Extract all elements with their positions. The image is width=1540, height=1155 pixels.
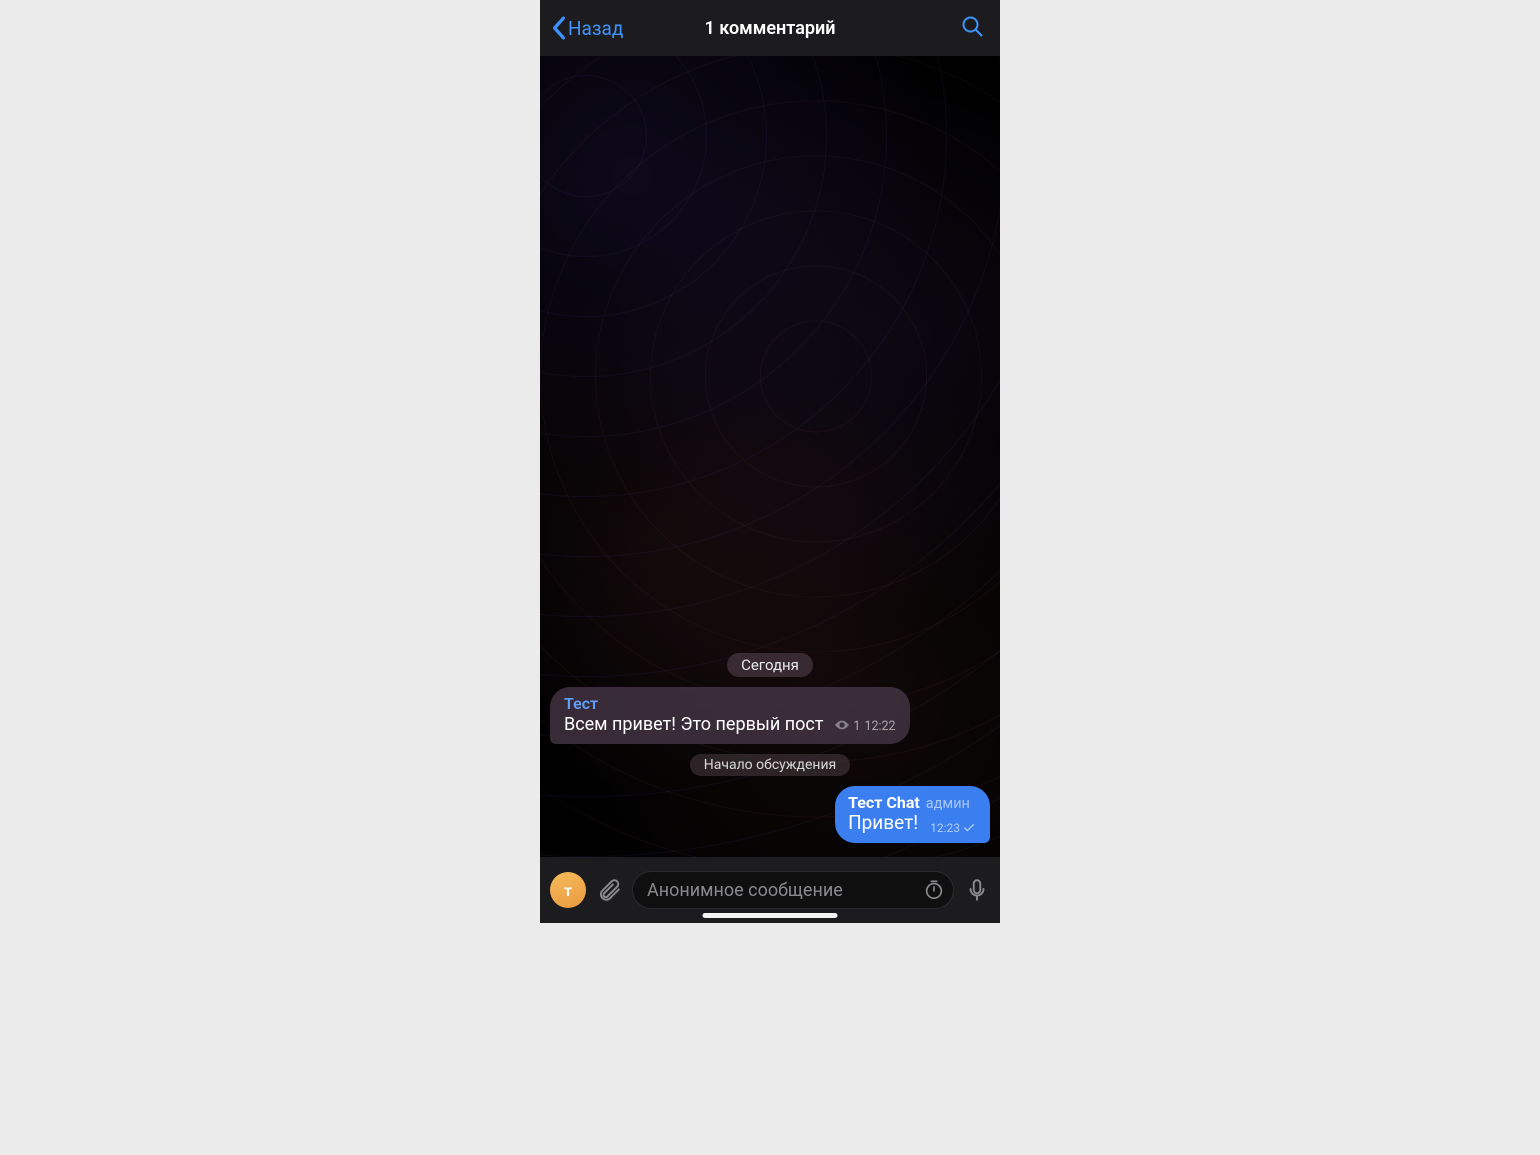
back-button[interactable]: Назад — [552, 16, 623, 40]
timer-icon — [923, 879, 945, 901]
read-check-icon — [963, 823, 977, 833]
search-icon — [960, 14, 984, 38]
outgoing-meta: 12:23 — [930, 821, 977, 835]
messages-container: Сегодня Тест Всем привет! Это первый пос… — [540, 56, 1000, 857]
discussion-start-label: Начало обсуждения — [690, 754, 851, 776]
incoming-message[interactable]: Тест Всем привет! Это первый пост 1 12:2… — [550, 687, 910, 745]
self-destruct-timer-button[interactable] — [923, 879, 945, 901]
outgoing-time: 12:23 — [930, 821, 960, 835]
avatar-initial: т — [564, 881, 572, 900]
message-input[interactable]: Анонимное сообщение — [632, 871, 954, 909]
outgoing-sender-row: Тест Chat админ — [848, 793, 977, 812]
search-button[interactable] — [956, 10, 988, 46]
message-input-placeholder: Анонимное сообщение — [647, 880, 923, 901]
incoming-text: Всем привет! Это первый пост — [564, 714, 823, 735]
page-title: 1 комментарий — [705, 18, 836, 39]
outgoing-body: Привет! 12:23 — [848, 812, 977, 835]
home-indicator[interactable] — [703, 913, 838, 918]
date-separator: Сегодня — [727, 653, 813, 677]
outgoing-role: админ — [926, 795, 970, 812]
incoming-body: Всем привет! Это первый пост 1 12:22 — [564, 714, 896, 737]
outgoing-sender: Тест Chat — [848, 793, 920, 812]
chat-header: Назад 1 комментарий — [540, 0, 1000, 56]
incoming-meta: 1 12:22 — [835, 719, 895, 734]
back-label: Назад — [568, 17, 623, 40]
paperclip-icon — [596, 877, 622, 903]
outgoing-text: Привет! — [848, 811, 918, 834]
incoming-sender: Тест — [564, 694, 896, 713]
voice-record-button[interactable] — [964, 877, 990, 903]
incoming-views: 1 — [853, 719, 860, 734]
outgoing-message[interactable]: Тест Chat админ Привет! 12:23 — [835, 786, 990, 843]
microphone-icon — [964, 877, 990, 903]
attach-button[interactable] — [596, 877, 622, 903]
phone-frame: Назад 1 комментарий Сегодня Тест Всем пр… — [540, 0, 1000, 923]
incoming-time: 12:22 — [864, 719, 895, 734]
chevron-left-icon — [552, 16, 566, 40]
views-icon — [835, 719, 849, 734]
avatar[interactable]: т — [550, 872, 586, 908]
chat-area[interactable]: Сегодня Тест Всем привет! Это первый пос… — [540, 56, 1000, 857]
